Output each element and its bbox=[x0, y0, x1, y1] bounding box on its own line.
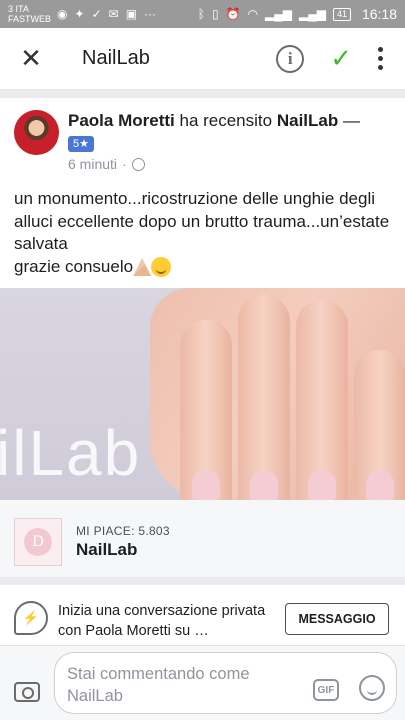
nail bbox=[250, 470, 278, 500]
photo-watermark: ilLab bbox=[0, 417, 142, 489]
twitter-notification-icon: ✦ bbox=[74, 7, 85, 21]
reviewed-page-name[interactable]: NailLab bbox=[277, 111, 338, 130]
page-likes: MI PIACE: 5.803 bbox=[76, 524, 170, 538]
calendar-notification-icon: ▣ bbox=[125, 7, 138, 21]
post-author-line: Paola Moretti ha recensito NailLab — 5★ bbox=[68, 110, 398, 154]
carrier-line2: FASTWEB bbox=[8, 14, 52, 24]
close-icon[interactable]: ✕ bbox=[0, 43, 62, 74]
finger bbox=[354, 350, 405, 500]
page-name[interactable]: NailLab bbox=[76, 540, 137, 560]
author-name[interactable]: Paola Moretti bbox=[68, 111, 175, 130]
post-body: un monumento...ricostruzione delle unghi… bbox=[14, 189, 390, 276]
header-title: NailLab bbox=[82, 47, 150, 69]
comment-input[interactable]: Stai commentando come NailLab GIF bbox=[54, 652, 397, 714]
comment-placeholder: Stai commentando come NailLab bbox=[67, 665, 250, 705]
checkmark-icon[interactable]: ✓ bbox=[330, 43, 352, 74]
page-logo: D bbox=[14, 518, 62, 566]
finger bbox=[238, 295, 290, 500]
avatar[interactable] bbox=[14, 110, 59, 155]
messenger-icon: ⚡ bbox=[14, 601, 48, 635]
battery-icon: 41 bbox=[332, 7, 351, 21]
section-divider bbox=[0, 90, 405, 98]
messenger-prompt: Inizia una conversazione privata con Pao… bbox=[58, 603, 266, 639]
post-text: un monumento...ricostruzione delle unghi… bbox=[14, 188, 394, 278]
messenger-notification-icon: ◉ bbox=[57, 7, 68, 21]
globe-icon bbox=[131, 157, 145, 171]
page-card[interactable]: D MI PIACE: 5.803 NailLab bbox=[0, 500, 405, 585]
more-options-icon[interactable] bbox=[378, 47, 383, 70]
carrier-line1: 3 ITA bbox=[8, 4, 29, 14]
status-bar: 3 ITA FASTWEB ◉ ✦ ✓ ✉ ▣ ··· ᛒ ▯ ⏰ ◠ ▂▄▆ … bbox=[0, 0, 405, 28]
camera-icon[interactable] bbox=[14, 682, 40, 702]
meta-separator: · bbox=[122, 156, 127, 172]
signal-icon-2: ▂▄▆ bbox=[298, 7, 326, 21]
post-meta: 6 minuti · bbox=[68, 156, 145, 172]
finger bbox=[180, 320, 232, 500]
rating-badge: 5★ bbox=[68, 135, 94, 152]
emoji-picker-icon[interactable] bbox=[359, 675, 385, 701]
clock: 16:18 bbox=[361, 6, 397, 22]
comment-bar: Stai commentando come NailLab GIF bbox=[0, 645, 405, 720]
gif-icon[interactable]: GIF bbox=[313, 679, 339, 701]
carrier-label: 3 ITA FASTWEB bbox=[8, 4, 51, 24]
messenger-row: ⚡ Inizia una conversazione privata con P… bbox=[0, 593, 405, 645]
finger bbox=[296, 300, 348, 500]
info-icon[interactable]: i bbox=[276, 44, 305, 73]
nail bbox=[192, 470, 220, 500]
message-button[interactable]: MESSAGGIO bbox=[285, 603, 389, 635]
page-logo-mark-icon: D bbox=[24, 528, 52, 556]
post-time[interactable]: 6 minuti bbox=[68, 156, 117, 172]
post-header: Paola Moretti ha recensito NailLab — 5★ … bbox=[0, 98, 405, 180]
dash: — bbox=[342, 111, 360, 130]
folded-hands-emoji-icon bbox=[133, 258, 152, 277]
signal-icon-1: ▂▄▆ bbox=[265, 7, 292, 21]
nail bbox=[366, 470, 394, 500]
nail bbox=[308, 470, 336, 500]
app-header: ✕ NailLab i ✓ bbox=[0, 28, 405, 90]
wifi-icon: ◠ bbox=[247, 7, 258, 21]
action-text: ha recensito bbox=[179, 111, 273, 130]
bluetooth-icon: ᛒ bbox=[197, 7, 205, 21]
more-notifications-icon: ··· bbox=[144, 7, 157, 21]
vibrate-icon: ▯ bbox=[211, 7, 219, 21]
alarm-icon: ⏰ bbox=[225, 7, 241, 21]
post-photo[interactable]: ilLab bbox=[0, 288, 405, 500]
mail-notification-icon: ✉ bbox=[108, 7, 119, 21]
check-notification-icon: ✓ bbox=[91, 7, 102, 21]
smiling-face-emoji-icon bbox=[151, 257, 172, 278]
